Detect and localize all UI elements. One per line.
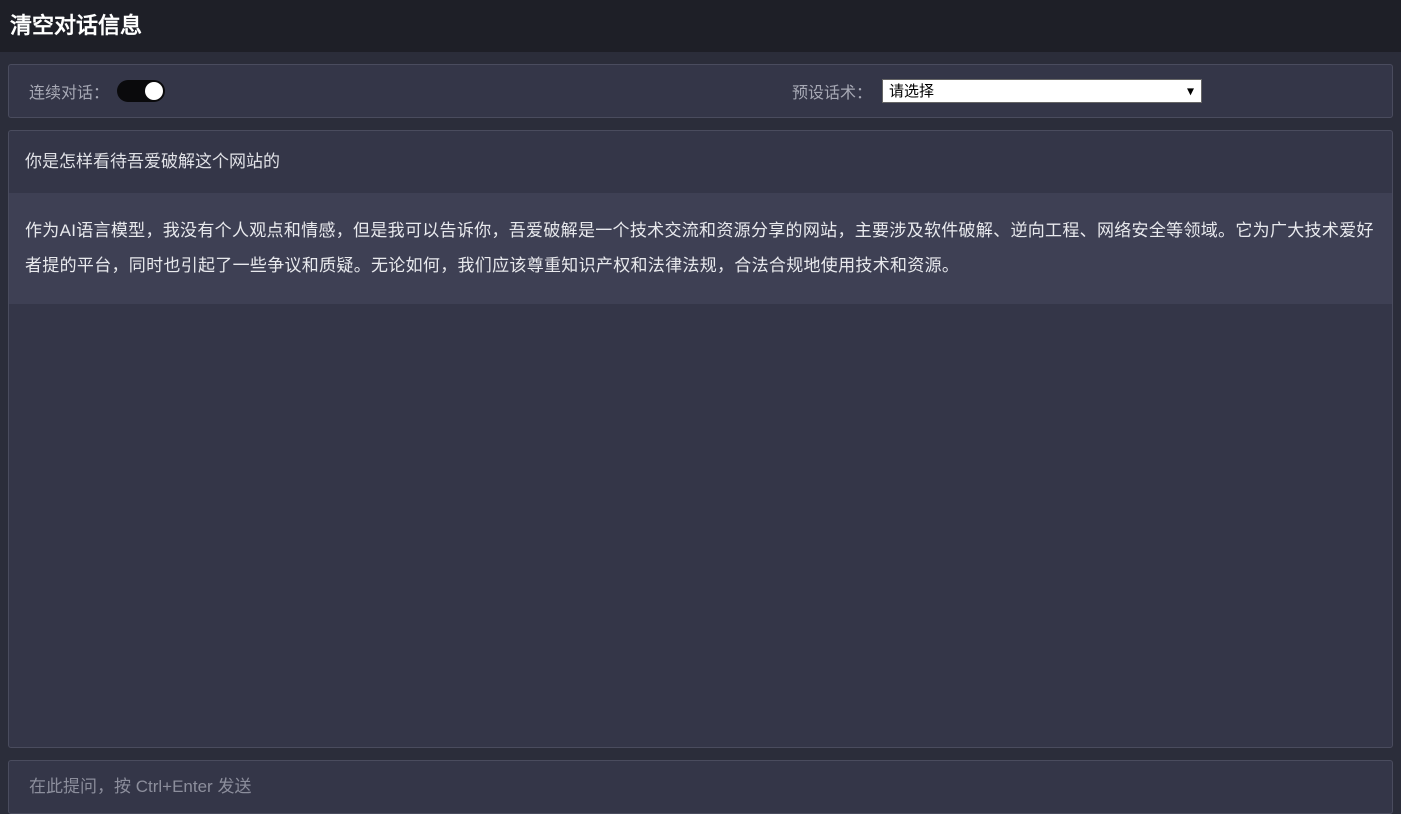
preset-select[interactable]: 请选择 — [882, 79, 1202, 103]
input-container — [8, 760, 1393, 814]
continuous-label: 连续对话： — [29, 79, 109, 103]
user-message: 你是怎样看待吾爱破解这个网站的 — [9, 131, 1392, 193]
preset-label: 预设话术： — [792, 79, 872, 103]
toggle-knob — [145, 82, 163, 100]
controls-bar: 连续对话： 预设话术： 请选择 — [8, 64, 1393, 118]
preset-control: 预设话术： 请选择 — [792, 79, 1202, 103]
preset-select-wrapper: 请选择 — [882, 79, 1202, 103]
continuous-toggle[interactable] — [117, 80, 165, 102]
message-input[interactable] — [29, 777, 1372, 797]
page-title[interactable]: 清空对话信息 — [10, 8, 1391, 40]
continuous-control: 连续对话： — [29, 79, 165, 103]
header-bar: 清空对话信息 — [0, 0, 1401, 52]
chat-container: 你是怎样看待吾爱破解这个网站的 作为AI语言模型，我没有个人观点和情感，但是我可… — [8, 130, 1393, 748]
ai-message: 作为AI语言模型，我没有个人观点和情感，但是我可以告诉你，吾爱破解是一个技术交流… — [9, 193, 1392, 304]
